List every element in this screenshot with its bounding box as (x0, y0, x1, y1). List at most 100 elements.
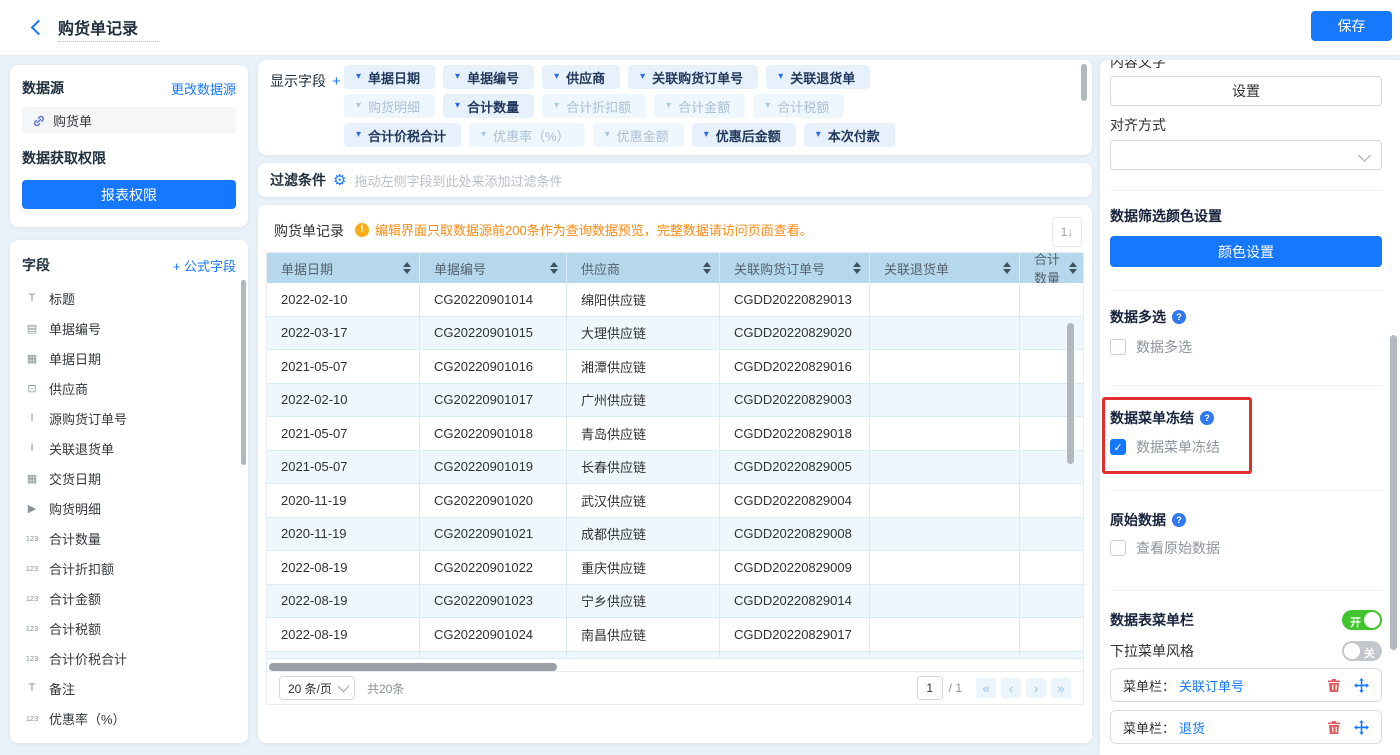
table-cell: CGDD20220829013 (720, 283, 870, 316)
report-permission-button[interactable]: 报表权限 (22, 180, 236, 209)
field-item[interactable]: ⊡ 供应商 (10, 373, 248, 403)
table-row[interactable]: 2022-03-17 CG20220901015 大理供应链 CGDD20220829… (267, 316, 1083, 350)
chip-label: 优惠后金额 (715, 128, 781, 144)
column-header[interactable]: 关联退货单 (870, 253, 1020, 283)
first-page-icon[interactable]: « (976, 678, 996, 698)
field-item[interactable]: I 源购货订单号 (10, 403, 248, 433)
column-header[interactable]: 单据编号 (420, 253, 567, 283)
display-field-chip[interactable]: ▾ 购货明细 (344, 94, 436, 118)
trash-icon[interactable] (1327, 678, 1341, 693)
table-row[interactable]: 2022-08-19 CG20220901023 宁乡供应链 CGDD20220829… (267, 584, 1083, 618)
field-item[interactable]: 123 合计折扣额 (10, 553, 248, 583)
field-item[interactable]: 123 合计金额 (10, 583, 248, 613)
raw-data-checkbox[interactable] (1110, 540, 1126, 556)
table-row[interactable]: 2022-02-10 CG20220901014 绵阳供应链 CGDD20220829… (267, 283, 1083, 317)
table-horizontal-scrollbar-thumb[interactable] (269, 663, 557, 671)
table-cell: 湘潭供应链 (567, 350, 720, 383)
fields-scrollbar-thumb[interactable] (241, 280, 246, 465)
gear-icon[interactable]: ⚙ (333, 171, 346, 189)
menubar-item[interactable]: 菜单栏： 退货 (1110, 710, 1382, 744)
back-icon[interactable] (30, 20, 44, 34)
help-icon[interactable]: ? (1172, 310, 1186, 324)
column-header[interactable]: 关联购货订单号 (720, 253, 870, 283)
table-row[interactable]: 2022-08-19 CG20220901022 重庆供应链 CGDD20220829… (267, 551, 1083, 585)
table-cell: 2022-08-19 (267, 584, 420, 617)
field-item[interactable]: 123 合计数量 (10, 523, 248, 553)
display-field-chip[interactable]: ▾ 合计数量 (443, 94, 535, 118)
display-field-chip[interactable]: ▾ 合计税额 (753, 94, 845, 118)
table-row-partial (267, 651, 1083, 659)
table-row[interactable]: 2021-05-07 CG20220901018 青岛供应链 CGDD20220829… (267, 417, 1083, 451)
table-row[interactable]: 2022-02-10 CG20220901017 广州供应链 CGDD20220829… (267, 383, 1083, 417)
add-formula-field-link[interactable]: + 公式字段 (173, 256, 236, 275)
prev-page-icon[interactable]: ‹ (1001, 678, 1021, 698)
datasource-item[interactable]: 购货单 (22, 107, 236, 134)
display-field-chip[interactable]: ▾ 本次付款 (803, 123, 895, 147)
field-item[interactable]: 123 合计价税合计 (10, 643, 248, 673)
dropdown-style-row: 下拉菜单风格 关 (1110, 641, 1382, 661)
color-settings-button[interactable]: 颜色设置 (1110, 236, 1382, 267)
field-item[interactable]: ▤ 单据编号 (10, 313, 248, 343)
field-item[interactable]: ▦ 单据日期 (10, 343, 248, 373)
menu-freeze-checkbox[interactable] (1110, 439, 1126, 455)
table-row[interactable]: 2020-11-19 CG20220901021 成都供应链 CGDD20220829… (267, 517, 1083, 551)
align-select[interactable] (1110, 140, 1382, 170)
multi-select-checkbox[interactable] (1110, 339, 1126, 355)
display-field-chip[interactable]: ▾ 优惠金额 (592, 123, 684, 147)
filter-bar[interactable]: 过滤条件 ⚙ 拖动左侧字段到此处来添加过滤条件 (258, 163, 1092, 197)
display-field-chip[interactable]: ▾ 关联购货订单号 (628, 65, 759, 89)
sort-order-tool[interactable]: 1↓ (1052, 217, 1082, 247)
column-header[interactable]: 单据日期 (267, 253, 420, 283)
move-icon[interactable] (1354, 719, 1369, 735)
next-page-icon[interactable]: › (1026, 678, 1046, 698)
table-cell (870, 651, 1020, 658)
display-field-chip[interactable]: ▾ 单据编号 (443, 65, 535, 89)
display-field-chip[interactable]: ▾ 优惠后金额 (691, 123, 796, 147)
field-item[interactable]: T 备注 (10, 673, 248, 703)
display-field-chip[interactable]: ▾ 合计价税合计 (344, 123, 462, 147)
move-icon[interactable] (1354, 677, 1369, 693)
display-fields-scrollbar-thumb[interactable] (1081, 64, 1087, 101)
table-menubar-toggle[interactable]: 开 (1342, 610, 1382, 630)
trash-icon[interactable] (1327, 720, 1341, 735)
menubar-item[interactable]: 菜单栏： 关联订单号 (1110, 668, 1382, 702)
table-row[interactable]: 2022-08-19 CG20220901024 南昌供应链 CGDD20220829… (267, 618, 1083, 652)
current-page-input[interactable]: 1 (916, 676, 943, 700)
field-item[interactable]: 123 合计税额 (10, 613, 248, 643)
table-row[interactable]: 2021-05-07 CG20220901016 湘潭供应链 CGDD20220829… (267, 350, 1083, 384)
table-cell: CG20220901015 (420, 316, 567, 349)
help-icon[interactable]: ? (1200, 411, 1214, 425)
display-field-chip[interactable]: ▾ 供应商 (542, 65, 621, 89)
fields-card: 字段 + 公式字段 T 标题 ▤ 单据编号 ▦ 单据日期 ⊡ 供应商 I 源购货订单号 I 关联退货单… (10, 240, 248, 743)
table-row[interactable]: 2021-05-07 CG20220901019 长春供应链 CGDD20220829… (267, 450, 1083, 484)
display-field-chip[interactable]: ▾ 合计金额 (654, 94, 746, 118)
field-item[interactable]: T 标题 (10, 283, 248, 313)
change-datasource-link[interactable]: 更改数据源 (171, 79, 236, 98)
page-size-select[interactable]: 20 条/页 (279, 676, 355, 700)
column-header[interactable]: 合计数量 (1020, 253, 1083, 286)
dropdown-style-toggle[interactable]: 关 (1342, 641, 1382, 661)
save-button[interactable]: 保存 (1311, 11, 1392, 41)
field-item[interactable]: I 关联退货单 (10, 433, 248, 463)
help-icon[interactable]: ? (1172, 513, 1186, 527)
display-field-chip[interactable]: ▾ 合计折扣额 (542, 94, 647, 118)
field-item[interactable]: ▦ 交货日期 (10, 463, 248, 493)
chevron-down-icon: ▾ (703, 129, 709, 140)
column-header[interactable]: 供应商 (567, 253, 720, 283)
right-panel-scrollbar-thumb[interactable] (1390, 335, 1397, 650)
display-field-chip[interactable]: ▾ 优惠率（%） (469, 123, 585, 147)
serial-number-icon: ▤ (26, 322, 38, 335)
last-page-icon[interactable]: » (1051, 678, 1071, 698)
field-item[interactable]: ▶ 购货明细 (10, 493, 248, 523)
table-row[interactable]: 2020-11-19 CG20220901020 武汉供应链 CGDD20220829… (267, 484, 1083, 518)
chevron-down-icon (1358, 149, 1371, 162)
content-text-settings-button[interactable]: 设置 (1110, 76, 1382, 106)
field-item[interactable]: 123 优惠率（%） (10, 703, 248, 733)
table-vertical-scrollbar-thumb[interactable] (1067, 323, 1074, 464)
table-cell: CG20220901024 (420, 618, 567, 651)
display-field-chip[interactable]: ▾ 单据日期 (344, 65, 436, 89)
add-display-field-icon[interactable]: + (332, 73, 341, 90)
sort-desc-icon (1003, 269, 1011, 274)
table-cell (1020, 283, 1083, 316)
display-field-chip[interactable]: ▾ 关联退货单 (766, 65, 871, 89)
